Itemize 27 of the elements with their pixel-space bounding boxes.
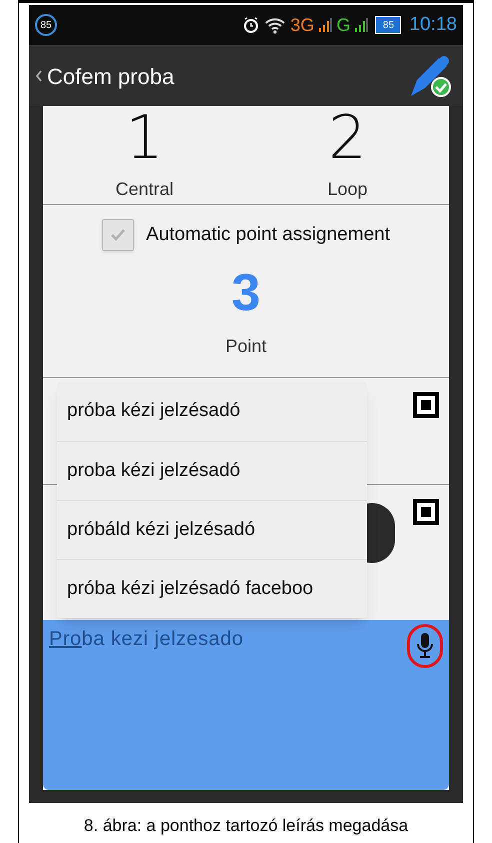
signal-icon — [354, 18, 368, 32]
microphone-icon[interactable] — [416, 632, 434, 660]
alarm-icon — [242, 16, 260, 34]
network-type: 3G — [290, 14, 314, 36]
back-chevron-icon — [35, 70, 43, 82]
clock-time: 10:18 — [409, 12, 457, 37]
checkbox[interactable] — [102, 219, 134, 251]
signal-icon — [318, 18, 332, 32]
counter-number: 1 — [125, 106, 164, 170]
network-type: G — [336, 14, 350, 36]
notification-badge: 85 — [35, 14, 57, 36]
suggestion-item[interactable]: proba kézi jelzésadó — [57, 441, 367, 500]
square-icon[interactable] — [413, 392, 439, 418]
wifi-icon — [264, 16, 286, 34]
counter-label: Central — [115, 178, 174, 201]
square-icon[interactable] — [413, 499, 439, 525]
checkbox-label: Automatic point assignement — [146, 222, 390, 247]
back-button[interactable]: Cofem proba — [35, 60, 174, 92]
suggestion-item[interactable]: próbáld kézi jelzésadó — [57, 500, 367, 559]
counter-label: Loop — [327, 178, 368, 201]
point-label: Point — [225, 335, 267, 358]
suggestion-item[interactable]: próba kézi jelzésadó faceboo — [57, 559, 367, 618]
suggestion-item[interactable]: próba kézi jelzésadó — [57, 382, 367, 441]
counter-number: 2 — [328, 106, 367, 170]
battery-icon: 85 — [375, 16, 402, 34]
figure-caption: 8. ábra: a ponthoz tartozó leírás megadása — [84, 815, 408, 837]
point-number: 3 — [232, 265, 260, 321]
